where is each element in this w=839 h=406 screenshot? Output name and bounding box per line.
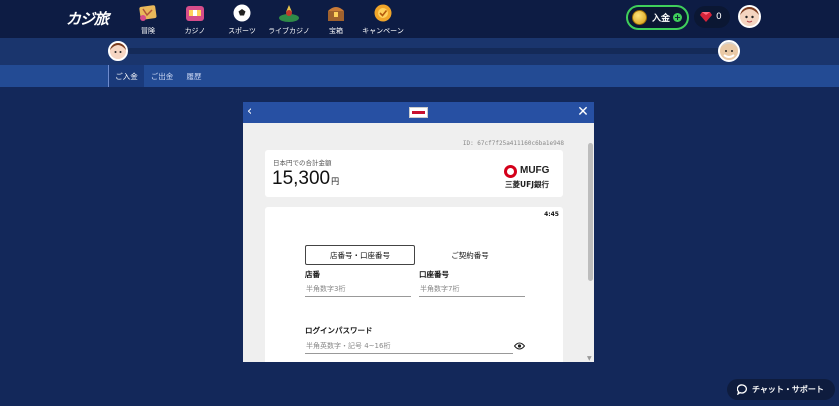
nav-label: 宝箱	[329, 27, 343, 35]
bank-name-en: MUFG	[520, 165, 550, 176]
gem-count: 0	[716, 12, 722, 22]
back-chevron-icon[interactable]: ‹	[247, 105, 261, 119]
mufg-mark-icon	[504, 165, 517, 178]
password-label: ログインパスワード	[305, 326, 373, 335]
password-field[interactable]: 半角英数字・記号 4~16桁	[305, 339, 513, 354]
tab-deposit[interactable]: ご入金	[108, 65, 144, 87]
countdown-timer: 4:45	[544, 211, 559, 218]
nav-label: キャンペーン	[362, 27, 404, 35]
player-avatar-start	[108, 41, 128, 61]
progress-band	[0, 38, 839, 65]
branch-number-field[interactable]: 半角数字3桁	[305, 282, 411, 297]
guide-avatar-goal	[718, 40, 740, 62]
nav-label: 冒険	[141, 27, 155, 35]
treasure-chest-icon	[325, 2, 347, 24]
deposit-label: 入金	[652, 14, 671, 24]
chat-bubble-icon	[737, 384, 747, 395]
mufg-logo: MUFG 三菱UFJ銀行	[503, 163, 555, 189]
modal-scrollbar[interactable]: ▼	[587, 140, 593, 362]
user-avatar[interactable]	[738, 5, 761, 28]
chat-support-label: チャット・サポート	[752, 385, 824, 394]
deposit-button[interactable]: 入金 +	[626, 5, 689, 30]
account-label: 口座番号	[419, 270, 449, 279]
chat-support-button[interactable]: チャット・サポート	[727, 379, 835, 400]
bank-payment-modal: ‹ ✕ ID: 67cf7f25a411160c6ba1e948 日本円での合計…	[243, 102, 594, 362]
bank-name-jp: 三菱UFJ銀行	[505, 180, 550, 189]
soccer-ball-icon	[231, 2, 253, 24]
account-number-field[interactable]: 半角数字7桁	[419, 282, 525, 297]
roulette-icon	[278, 2, 300, 24]
tab-withdraw[interactable]: ご出金	[146, 65, 178, 87]
amount-number: 15,300	[272, 168, 331, 189]
amount-caption: 日本円での合計金額	[273, 159, 332, 167]
scrollbar-thumb[interactable]	[588, 143, 593, 281]
coin-icon	[632, 10, 647, 25]
site-logo[interactable]: カジ旅	[66, 8, 109, 29]
login-form-card: 4:45 店番号・口座番号 ご契約番号 店番 半角数字3桁 口座番号 半角数字7…	[265, 207, 563, 362]
nav-label: ライブカジノ	[268, 27, 310, 35]
gem-icon	[700, 12, 712, 22]
cashier-tabs: ご入金 ご出金 履歴	[0, 65, 839, 87]
scroll-down-arrow-icon[interactable]: ▼	[587, 356, 592, 362]
tab-history[interactable]: 履歴	[180, 65, 208, 87]
adventure-map-icon	[137, 2, 159, 24]
close-icon[interactable]: ✕	[576, 105, 590, 119]
logo-text: カジ旅	[66, 10, 109, 28]
slot-machine-icon	[184, 2, 206, 24]
top-navigation-bar: カジ旅 冒険 カジノ スポーツ ライブカジノ 宝箱 キャンペーン 入金 + 0	[0, 0, 839, 38]
campaign-badge-icon	[372, 2, 394, 24]
bank-logo-icon	[409, 107, 428, 118]
plus-icon: +	[673, 13, 683, 22]
progress-track	[118, 48, 730, 54]
show-password-eye-icon[interactable]	[514, 342, 525, 350]
amount-unit: 円	[331, 177, 340, 186]
nav-label: カジノ	[184, 27, 206, 35]
order-id: ID: 67cf7f25a411160c6ba1e948	[462, 140, 564, 147]
amount-value: 15,300円	[272, 168, 339, 190]
modal-header: ‹ ✕	[243, 102, 594, 123]
amount-card: 日本円での合計金額 15,300円 MUFG 三菱UFJ銀行	[265, 150, 563, 197]
segment-contract-number[interactable]: ご契約番号	[420, 245, 520, 265]
gem-balance[interactable]: 0	[694, 6, 730, 28]
nav-label: スポーツ	[228, 27, 256, 35]
branch-label: 店番	[305, 270, 320, 279]
segment-branch-account[interactable]: 店番号・口座番号	[305, 245, 415, 265]
nav-item-campaign[interactable]: キャンペーン	[353, 0, 413, 38]
